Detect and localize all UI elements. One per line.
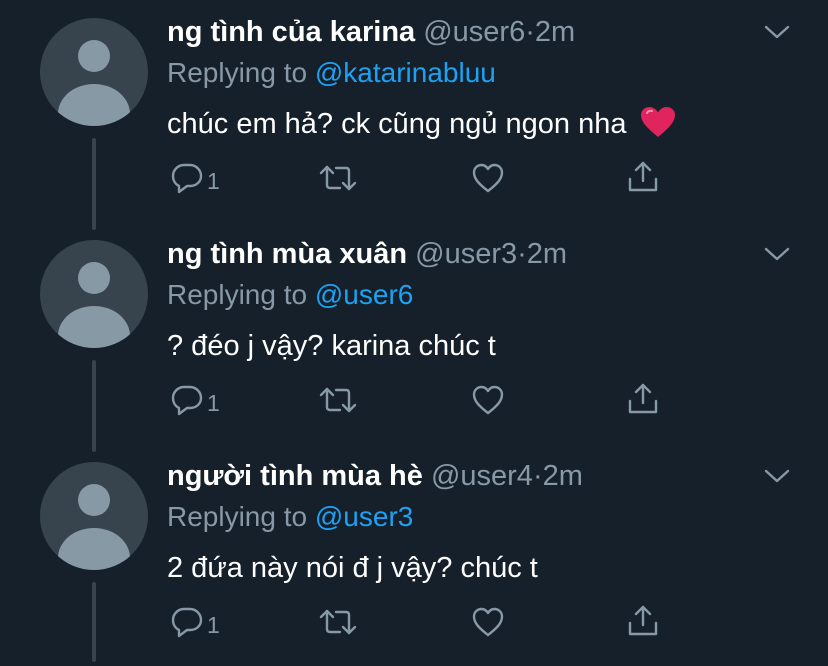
tweet-header: ng tình mùa xuân @user3·2m bbox=[167, 236, 567, 272]
replying-to-label: Replying to bbox=[167, 501, 315, 532]
tweet-actions: 1 bbox=[0, 602, 828, 642]
mention-link[interactable]: @user3 bbox=[315, 501, 413, 532]
red-heart-emoji bbox=[640, 107, 675, 137]
avatar[interactable] bbox=[40, 462, 148, 570]
separator-dot: · bbox=[517, 238, 527, 270]
reply-count: 1 bbox=[207, 390, 220, 416]
mention-link[interactable]: @katarinabluu bbox=[315, 57, 496, 88]
replying-to-label: Replying to bbox=[167, 279, 315, 310]
reply-count: 1 bbox=[207, 168, 220, 194]
tweet-text: ? đéo j vậy? karina chúc t bbox=[167, 330, 496, 362]
reply-icon[interactable] bbox=[170, 161, 204, 195]
like-icon[interactable] bbox=[471, 605, 505, 639]
avatar-head bbox=[78, 262, 110, 294]
avatar[interactable] bbox=[40, 240, 148, 348]
share-icon[interactable] bbox=[626, 603, 660, 637]
avatar-head bbox=[78, 40, 110, 72]
display-name[interactable]: người tình mùa hè bbox=[167, 460, 423, 492]
replying-to: Replying to @user3 bbox=[167, 499, 413, 535]
tweet-actions: 1 bbox=[0, 158, 828, 198]
avatar[interactable] bbox=[40, 18, 148, 126]
tweet-text-container: chúc em hả? ck cũng ngủ ngon nha bbox=[167, 105, 677, 143]
timestamp[interactable]: 2m bbox=[527, 238, 567, 270]
replying-to-label: Replying to bbox=[167, 57, 315, 88]
reply-tweet[interactable]: người tình mùa hè @user4·2m Replying to … bbox=[0, 444, 828, 666]
retweet-icon[interactable] bbox=[318, 383, 358, 417]
handle[interactable]: @user4 bbox=[431, 460, 533, 492]
handle[interactable]: @user3 bbox=[415, 238, 517, 270]
tweet-header: ng tình của karina @user6·2m bbox=[167, 14, 575, 50]
reply-icon[interactable] bbox=[170, 383, 204, 417]
reply-icon[interactable] bbox=[170, 605, 204, 639]
like-icon[interactable] bbox=[471, 383, 505, 417]
avatar-head bbox=[78, 484, 110, 516]
tweet-text-container: 2 đứa này nói đ j vậy? chúc t bbox=[167, 549, 538, 587]
retweet-icon[interactable] bbox=[318, 161, 358, 195]
chevron-down-icon[interactable] bbox=[760, 242, 794, 266]
share-icon[interactable] bbox=[626, 159, 660, 193]
timestamp[interactable]: 2m bbox=[535, 16, 575, 48]
tweet-text: 2 đứa này nói đ j vậy? chúc t bbox=[167, 552, 538, 584]
like-icon[interactable] bbox=[471, 161, 505, 195]
tweet-text-container: ? đéo j vậy? karina chúc t bbox=[167, 327, 496, 365]
display-name[interactable]: ng tình mùa xuân bbox=[167, 238, 407, 270]
retweet-icon[interactable] bbox=[318, 605, 358, 639]
avatar-body bbox=[58, 84, 130, 126]
avatar-body bbox=[58, 306, 130, 348]
mention-link[interactable]: @user6 bbox=[315, 279, 413, 310]
replying-to: Replying to @user6 bbox=[167, 277, 413, 313]
share-icon[interactable] bbox=[626, 381, 660, 415]
tweet-header: người tình mùa hè @user4·2m bbox=[167, 458, 583, 494]
reply-tweet[interactable]: ng tình của karina @user6·2m Replying to… bbox=[0, 0, 828, 222]
avatar-body bbox=[58, 528, 130, 570]
chevron-down-icon[interactable] bbox=[760, 20, 794, 44]
replying-to: Replying to @katarinabluu bbox=[167, 55, 496, 91]
reply-tweet[interactable]: ng tình mùa xuân @user3·2m Replying to @… bbox=[0, 222, 828, 444]
display-name[interactable]: ng tình của karina bbox=[167, 16, 415, 48]
separator-dot: · bbox=[532, 460, 543, 492]
tweet-actions: 1 bbox=[0, 380, 828, 420]
separator-dot: · bbox=[525, 16, 535, 48]
handle[interactable]: @user6 bbox=[423, 16, 525, 48]
timestamp[interactable]: 2m bbox=[543, 460, 583, 492]
chevron-down-icon[interactable] bbox=[760, 464, 794, 488]
reply-count: 1 bbox=[207, 612, 220, 638]
tweet-text: chúc em hả? ck cũng ngủ ngon nha bbox=[167, 108, 627, 140]
